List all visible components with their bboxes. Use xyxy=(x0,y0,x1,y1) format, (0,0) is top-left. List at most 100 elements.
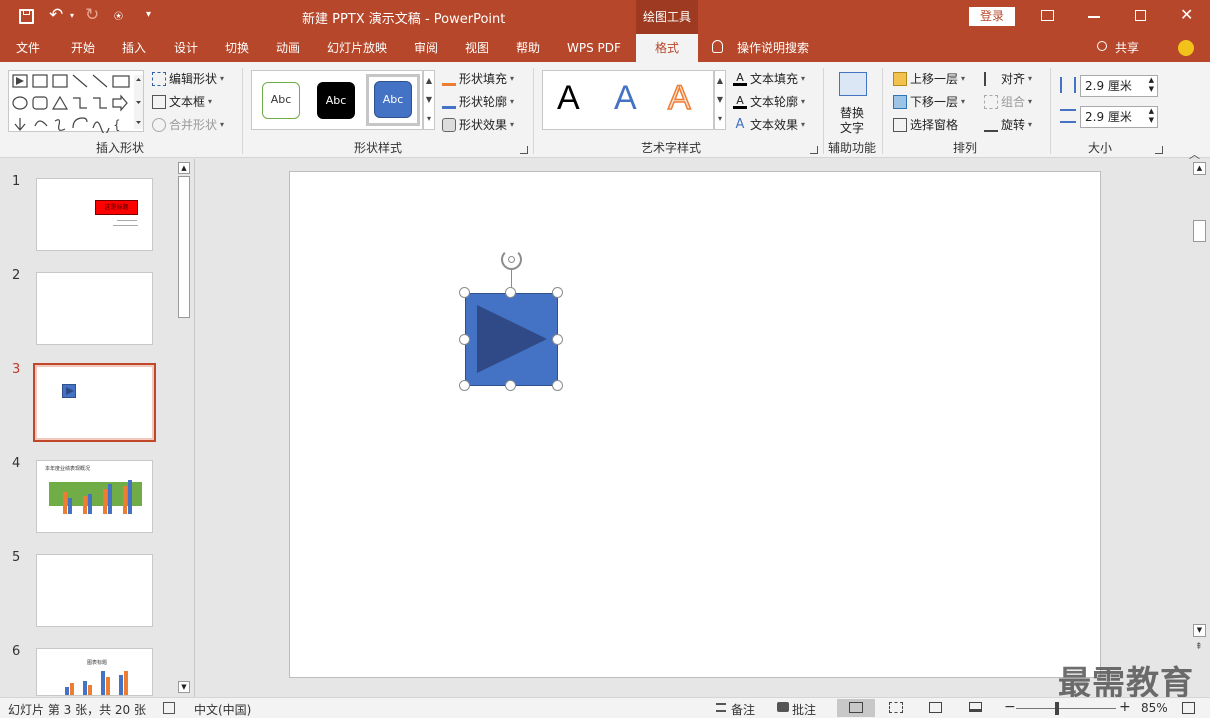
resize-handle-right[interactable] xyxy=(552,334,563,345)
undo-dropdown-icon[interactable]: ▾ xyxy=(70,11,74,20)
wordart-style-orange[interactable]: A xyxy=(667,78,691,118)
notes-button[interactable]: 备注 xyxy=(731,701,755,718)
editor-scroll-down-arrow-icon[interactable]: ▼ xyxy=(1193,624,1206,637)
slide-thumbnail-1[interactable]: 这是标题 xyxy=(36,178,153,251)
shape-gallery-icons[interactable]: { xyxy=(9,71,145,133)
tab-wps-pdf[interactable]: WPS PDF xyxy=(567,34,621,62)
maximize-icon[interactable] xyxy=(1135,10,1146,21)
slide-thumbnail-2[interactable] xyxy=(36,272,153,345)
resize-handle-bottom[interactable] xyxy=(505,380,516,391)
tab-insert[interactable]: 插入 xyxy=(122,34,146,62)
text-outline-button[interactable]: A 文本轮廓 ▾ xyxy=(733,93,805,110)
shape-effects-button[interactable]: 形状效果 ▾ xyxy=(442,116,514,133)
smiley-feedback-icon[interactable] xyxy=(1178,40,1194,56)
scroll-up-arrow-icon[interactable]: ▲ xyxy=(178,162,190,174)
zoom-slider-thumb[interactable] xyxy=(1055,702,1059,715)
comments-icon[interactable] xyxy=(777,702,789,712)
resize-handle-top-right[interactable] xyxy=(552,287,563,298)
wordart-style-black[interactable]: A xyxy=(557,79,580,118)
customize-toolbar-icon[interactable]: ▾ xyxy=(146,9,151,20)
tab-view[interactable]: 视图 xyxy=(465,34,489,62)
zoom-level[interactable]: 85% xyxy=(1141,701,1168,715)
play-action-button-shape[interactable] xyxy=(465,293,558,386)
resize-handle-top-left[interactable] xyxy=(459,287,470,298)
zoom-in-button[interactable]: + xyxy=(1119,699,1131,715)
slide-count-status[interactable]: 幻灯片 第 3 张，共 20 张 xyxy=(8,701,146,718)
send-backward-button[interactable]: 下移一层 ▾ xyxy=(893,93,965,110)
comments-button[interactable]: 批注 xyxy=(792,701,816,718)
resize-handle-top[interactable] xyxy=(505,287,516,298)
ribbon-display-options-icon[interactable] xyxy=(1041,10,1054,21)
slide-thumbnail-3-selected[interactable] xyxy=(33,363,156,442)
text-fill-button[interactable]: A 文本填充 ▾ xyxy=(733,70,805,87)
tab-format[interactable]: 格式 xyxy=(636,34,698,62)
editor-scrollbar[interactable]: ▲ ▼ ⇞ xyxy=(1193,162,1207,694)
tab-help[interactable]: 帮助 xyxy=(516,34,540,62)
wordart-gallery-scroll[interactable]: ▲ ▼ ▾ xyxy=(714,70,726,130)
bring-forward-button[interactable]: 上移一层 ▾ xyxy=(893,70,965,87)
text-effects-button[interactable]: A 文本效果 ▾ xyxy=(733,116,805,133)
shape-gallery[interactable]: { xyxy=(8,70,145,133)
width-spinner-arrows[interactable]: ▲ ▼ xyxy=(1149,107,1154,125)
slide-thumbnail-6[interactable]: 图表标题 xyxy=(36,648,153,696)
shape-style-outline-green[interactable]: Abc xyxy=(262,82,300,119)
redo-icon[interactable]: ↻ xyxy=(85,5,99,25)
shape-height-input[interactable]: 2.9 厘米 ▲ ▼ xyxy=(1080,75,1158,97)
undo-icon[interactable]: ↶ xyxy=(49,5,63,25)
shape-style-blue-selected[interactable]: Abc xyxy=(366,74,420,126)
editor-scroll-up-arrow-icon[interactable]: ▲ xyxy=(1193,162,1206,175)
reading-view-icon[interactable] xyxy=(929,702,942,713)
zoom-out-button[interactable]: − xyxy=(1004,699,1016,715)
normal-view-button[interactable] xyxy=(837,699,875,717)
shape-styles-launcher-icon[interactable] xyxy=(520,146,528,154)
merge-shapes-button[interactable]: 合并形状 ▾ xyxy=(152,116,224,133)
shape-fill-button[interactable]: 形状填充 ▾ xyxy=(442,70,514,87)
rotation-handle-icon[interactable] xyxy=(501,249,522,270)
tab-transitions[interactable]: 切换 xyxy=(225,34,249,62)
shape-style-gallery[interactable]: Abc Abc Abc xyxy=(251,70,423,130)
wordart-launcher-icon[interactable] xyxy=(810,146,818,154)
share-person-icon[interactable] xyxy=(1097,41,1107,51)
edit-shape-button[interactable]: 编辑形状 ▾ xyxy=(152,70,224,87)
fit-slide-icon[interactable] xyxy=(1182,702,1195,714)
text-box-button[interactable]: 文本框 ▾ xyxy=(152,93,212,110)
previous-slide-icon[interactable]: ⇞ xyxy=(1195,642,1203,652)
start-presentation-icon[interactable]: ⍟ xyxy=(114,7,123,25)
tab-design[interactable]: 设计 xyxy=(174,34,198,62)
pane-divider[interactable] xyxy=(194,159,195,697)
shape-outline-button[interactable]: 形状轮廓 ▾ xyxy=(442,93,514,110)
scroll-down-arrow-icon[interactable]: ▼ xyxy=(178,681,190,693)
minimize-icon[interactable] xyxy=(1088,16,1100,18)
collapse-ribbon-icon[interactable]: ︿ xyxy=(1189,146,1200,162)
save-icon[interactable] xyxy=(19,9,34,24)
slide-thumbnail-5[interactable] xyxy=(36,554,153,627)
share-button[interactable]: 共享 xyxy=(1115,34,1139,62)
slide-sorter-view-icon[interactable] xyxy=(889,702,903,713)
tab-animations[interactable]: 动画 xyxy=(276,34,300,62)
align-button[interactable]: 对齐 ▾ xyxy=(984,70,1032,87)
shape-width-input[interactable]: 2.9 厘米 ▲ ▼ xyxy=(1080,106,1158,128)
alt-text-button[interactable]: 替换 文字 xyxy=(832,70,874,136)
slide-canvas[interactable] xyxy=(289,171,1101,678)
language-status[interactable]: 中文(中国) xyxy=(194,701,251,718)
thumbnails-scrollbar[interactable]: ▲ ▼ xyxy=(176,162,190,694)
shape-style-gallery-scroll[interactable]: ▲ ▼ ▾ xyxy=(423,70,435,130)
notes-icon[interactable] xyxy=(716,703,726,712)
resize-handle-bottom-left[interactable] xyxy=(459,380,470,391)
thumbnails-scroll-thumb[interactable] xyxy=(178,176,190,318)
editor-scroll-thumb[interactable] xyxy=(1193,220,1206,242)
zoom-slider-track[interactable] xyxy=(1016,708,1116,709)
login-button[interactable]: 登录 xyxy=(969,7,1015,26)
slide-thumbnail-4[interactable]: 本年度业绩表现概况 xyxy=(36,460,153,533)
tab-review[interactable]: 审阅 xyxy=(414,34,438,62)
group-objects-button[interactable]: 组合 ▾ xyxy=(984,93,1032,110)
size-launcher-icon[interactable] xyxy=(1155,146,1163,154)
wordart-gallery[interactable]: A A A xyxy=(542,70,714,130)
tab-slideshow[interactable]: 幻灯片放映 xyxy=(327,34,387,62)
shape-style-black[interactable]: Abc xyxy=(317,82,355,119)
tab-file[interactable]: 文件 xyxy=(16,34,40,62)
slideshow-view-icon[interactable] xyxy=(969,702,982,712)
resize-handle-bottom-right[interactable] xyxy=(552,380,563,391)
resize-handle-left[interactable] xyxy=(459,334,470,345)
tell-me-search[interactable]: 操作说明搜索 xyxy=(737,34,809,62)
